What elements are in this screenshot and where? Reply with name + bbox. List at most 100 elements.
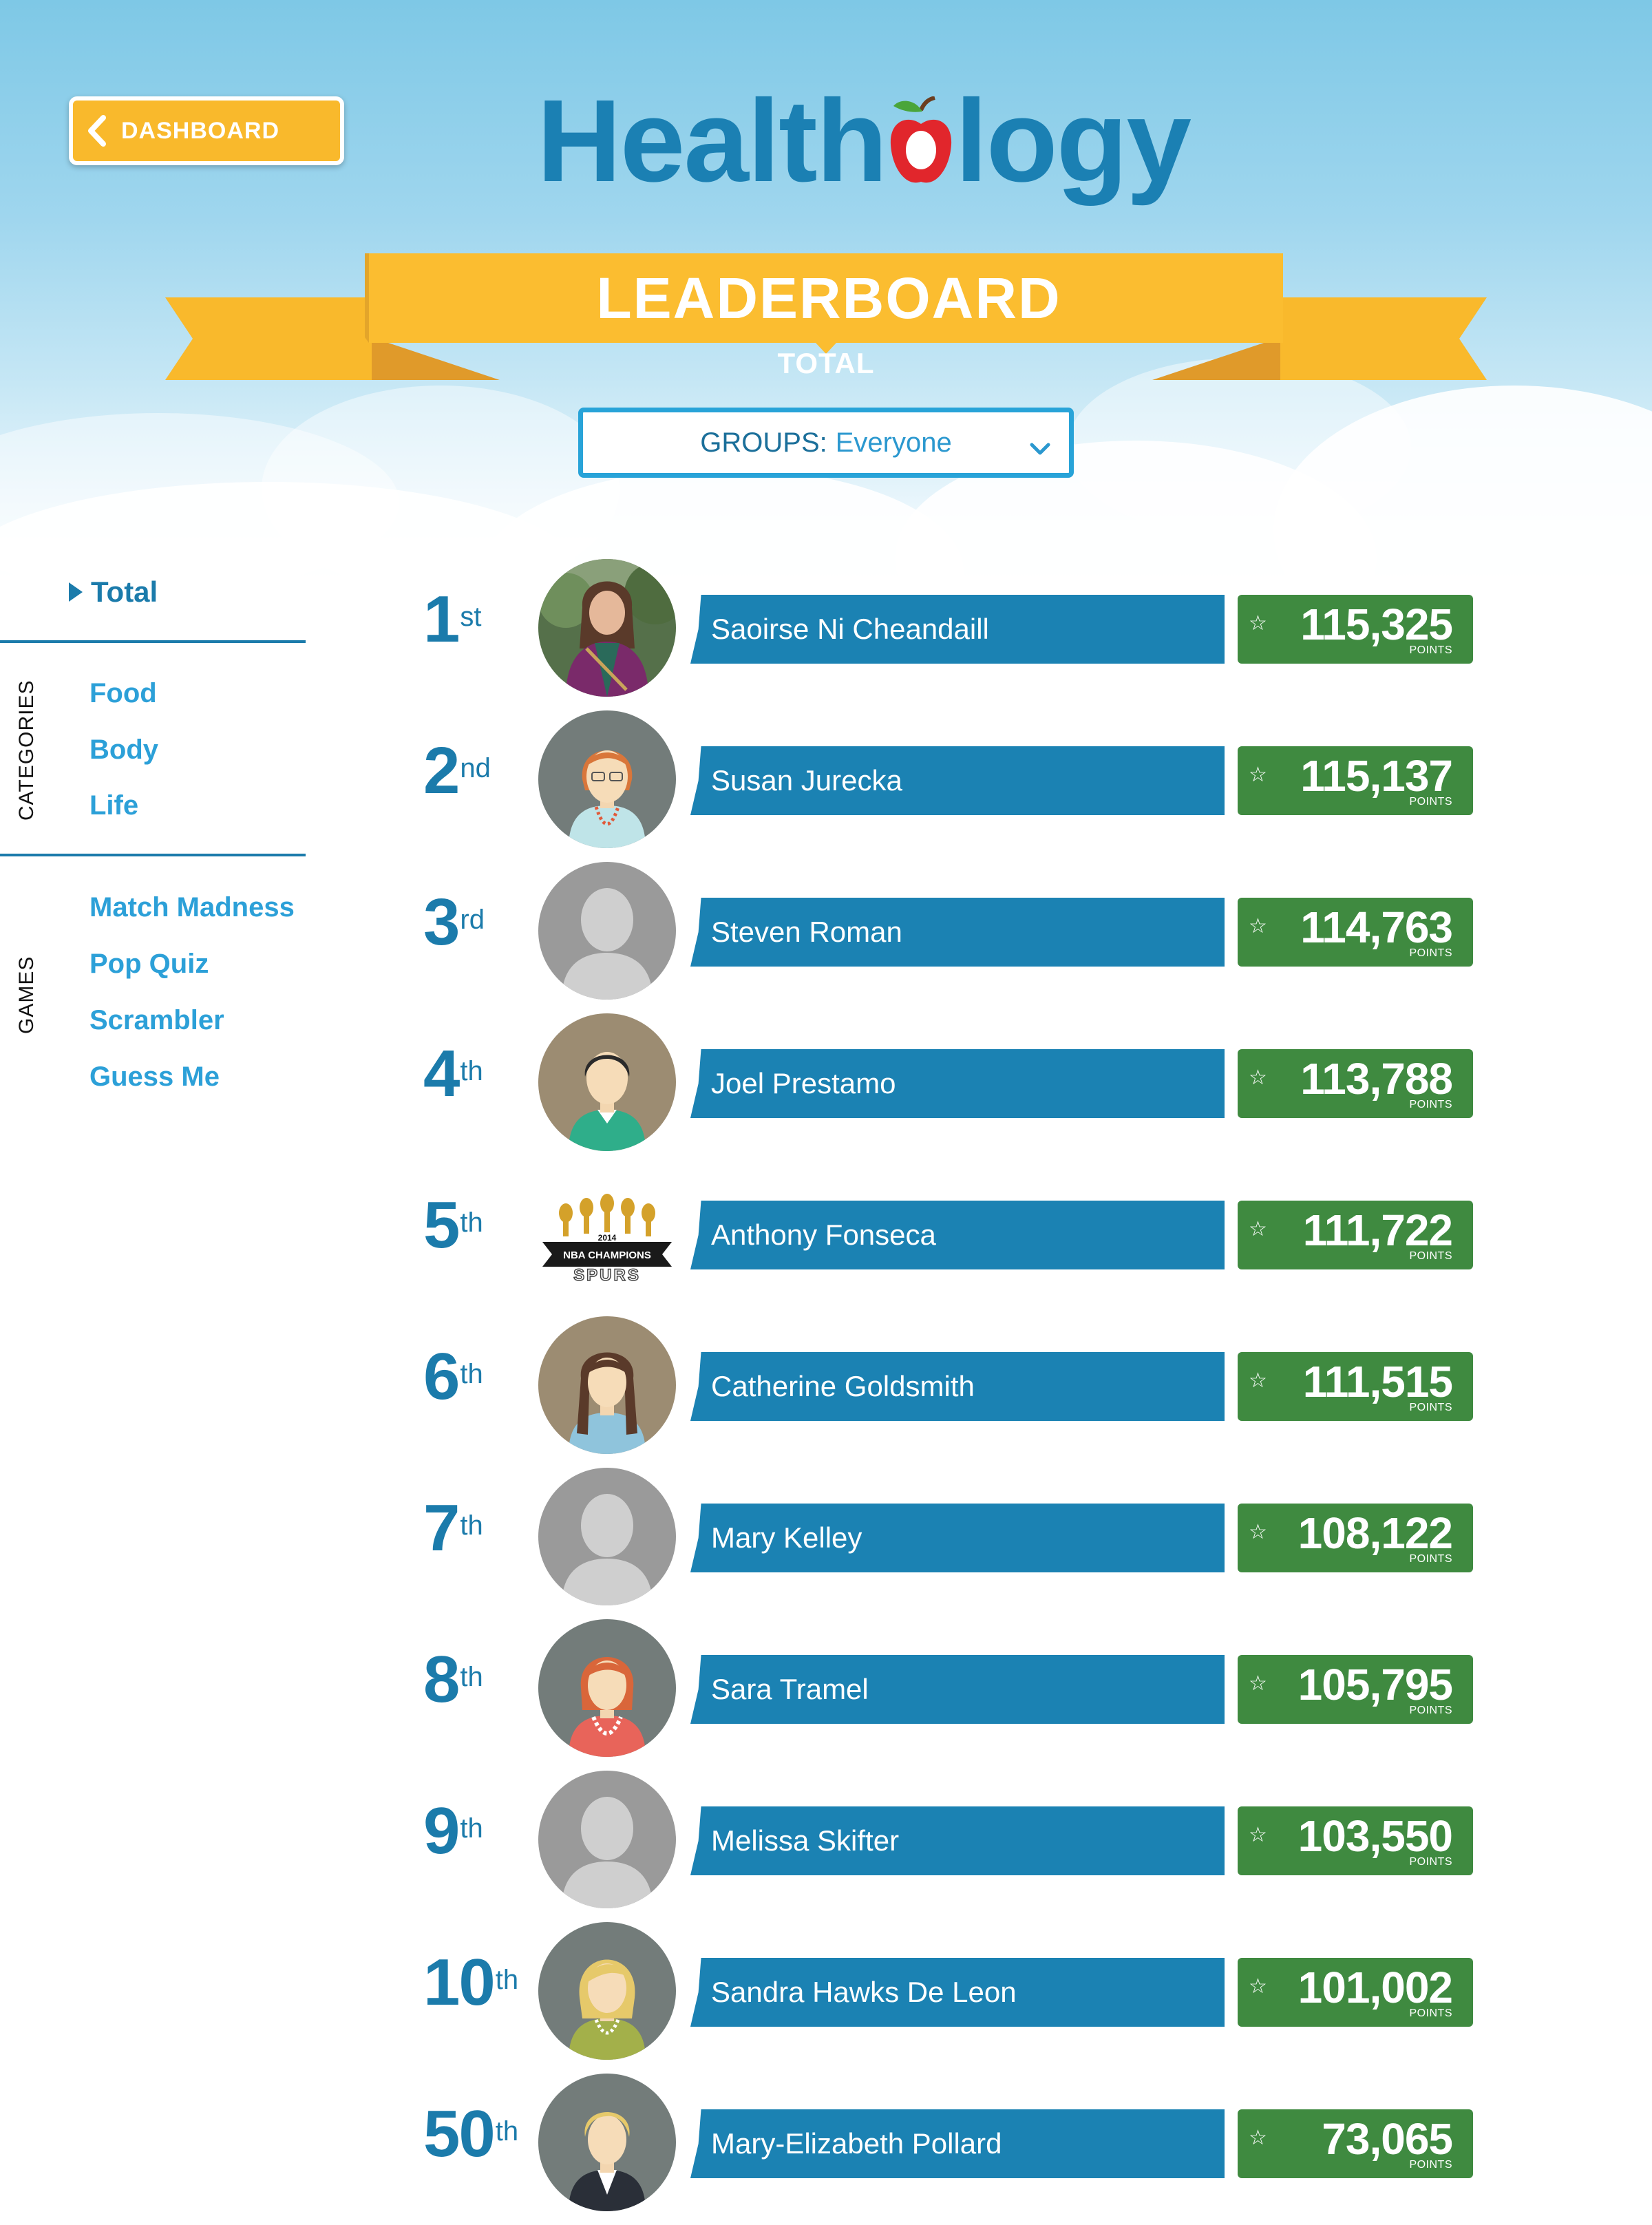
rank-number: 9	[423, 1794, 460, 1868]
leaderboard-row[interactable]: 4th Joel Prestamo ☆ 113,788 POINTS	[0, 1006, 1652, 1158]
player-name: Sara Tramel	[690, 1655, 1225, 1724]
points-label: POINTS	[1409, 1553, 1452, 1565]
groups-label: GROUPS:	[700, 427, 827, 458]
star-icon: ☆	[1249, 763, 1267, 786]
dashboard-button[interactable]: DASHBOARD	[69, 96, 344, 165]
rank-number: 50	[423, 2097, 496, 2171]
star-icon: ☆	[1249, 1824, 1267, 1846]
rank-suffix: th	[460, 1510, 483, 1541]
page-title: LEADERBOARD	[596, 265, 1061, 330]
player-name: Anthony Fonseca	[690, 1201, 1225, 1269]
rank: 10th	[423, 1950, 518, 2032]
points-value: 111,722	[1302, 1205, 1453, 1255]
rank-number: 6	[423, 1340, 460, 1413]
avatar-default-silhouette	[538, 1771, 676, 1908]
avatar-default-silhouette	[538, 1468, 676, 1605]
player-name: Catherine Goldsmith	[690, 1352, 1225, 1421]
player-name: Saoirse Ni Cheandaill	[690, 595, 1225, 664]
points-value: 108,122	[1298, 1508, 1453, 1558]
star-icon: ☆	[1249, 1975, 1267, 1998]
avatar-woman-blonde	[538, 1922, 676, 2060]
leaderboard-row[interactable]: 8th Sara Tramel ☆ 105,795 POINTS	[0, 1612, 1652, 1764]
spurs-champions-text: NBA CHAMPIONS	[563, 1249, 651, 1261]
page-subtitle: TOTAL	[777, 347, 875, 379]
rank: 50th	[423, 2101, 518, 2184]
rank: 3rd	[423, 889, 485, 972]
player-name: Mary-Elizabeth Pollard	[690, 2109, 1225, 2178]
points-value: 101,002	[1298, 1963, 1453, 2012]
rank: 4th	[423, 1041, 483, 1124]
rank: 7th	[423, 1495, 483, 1578]
logo-text-left: Health	[537, 76, 888, 207]
chevron-left-icon	[73, 101, 121, 161]
points-value: 105,795	[1298, 1660, 1453, 1709]
rank-suffix: th	[460, 1662, 483, 1692]
points-box: ☆ 115,137 POINTS	[1238, 746, 1473, 815]
avatar-spurs-logo: 2014 NBA CHAMPIONS SPURS	[538, 1165, 676, 1303]
avatar-woman-blonde-suit	[538, 2074, 676, 2211]
rank-suffix: th	[460, 1208, 483, 1238]
player-name: Mary Kelley	[690, 1504, 1225, 1572]
leaderboard-row[interactable]: 5th 2014 NBA CHAMPIONS SPURS Anthony Fon…	[0, 1158, 1652, 1309]
groups-dropdown[interactable]: GROUPS: Everyone	[578, 408, 1074, 478]
points-box: ☆ 115,325 POINTS	[1238, 595, 1473, 664]
player-name: Joel Prestamo	[690, 1049, 1225, 1118]
leaderboard-row-current-user[interactable]: 50th Mary-Elizabeth Pollard ☆ 73,065 POI…	[0, 2067, 1652, 2218]
rank-number: 7	[423, 1491, 460, 1565]
points-label: POINTS	[1409, 1856, 1452, 1868]
rank: 5th	[423, 1192, 483, 1275]
avatar-woman-red-hair	[538, 1619, 676, 1757]
spurs-year-text: 2014	[598, 1233, 617, 1243]
points-value: 113,788	[1300, 1054, 1453, 1104]
rank-suffix: rd	[460, 905, 485, 935]
points-label: POINTS	[1409, 1250, 1452, 1262]
points-value: 114,763	[1300, 903, 1453, 952]
leaderboard-row[interactable]: 2nd Susan Jurecka ☆ 115,137 POINTS	[0, 704, 1652, 855]
points-box: ☆ 113,788 POINTS	[1238, 1049, 1473, 1118]
points-label: POINTS	[1409, 796, 1452, 808]
healthology-logo: Health logy	[537, 76, 1192, 207]
avatar-default-silhouette	[538, 862, 676, 1000]
star-icon: ☆	[1249, 1521, 1267, 1543]
avatar-woman-glasses	[538, 710, 676, 848]
groups-value: Everyone	[835, 427, 952, 458]
rank-number: 5	[423, 1188, 460, 1262]
avatar-man-dark-hair	[538, 1013, 676, 1151]
rank-suffix: th	[495, 1965, 519, 1995]
leaderboard-row[interactable]: 9th Melissa Skifter ☆ 103,550 POINTS	[0, 1764, 1652, 1915]
star-icon: ☆	[1249, 915, 1267, 938]
leaderboard-row[interactable]: 1st Saoirse Ni Cheandaill ☆ 115,325 POIN…	[0, 552, 1652, 704]
leaderboard-row[interactable]: 10th Sandra Hawks De Leon ☆ 101,002 POIN…	[0, 1915, 1652, 2067]
star-icon: ☆	[1249, 2127, 1267, 2149]
rank-number: 2	[423, 734, 460, 808]
apple-icon	[887, 96, 955, 200]
points-label: POINTS	[1409, 1705, 1452, 1716]
points-label: POINTS	[1409, 1099, 1452, 1110]
points-value: 111,515	[1302, 1357, 1453, 1406]
leaderboard-row[interactable]: 7th Mary Kelley ☆ 108,122 POINTS	[0, 1461, 1652, 1612]
leaderboard-row[interactable]: 3rd Steven Roman ☆ 114,763 POINTS	[0, 855, 1652, 1006]
player-name: Melissa Skifter	[690, 1806, 1225, 1875]
points-label: POINTS	[1409, 2159, 1452, 2171]
star-icon: ☆	[1249, 612, 1267, 635]
star-icon: ☆	[1249, 1218, 1267, 1241]
chevron-down-icon	[1029, 433, 1051, 464]
rank-number: 1	[423, 582, 460, 656]
rank-number: 4	[423, 1037, 460, 1110]
logo-text-right: logy	[955, 76, 1192, 207]
rank: 8th	[423, 1647, 483, 1729]
points-box: ☆ 105,795 POINTS	[1238, 1655, 1473, 1724]
rank-suffix: th	[460, 1359, 483, 1389]
points-label: POINTS	[1409, 644, 1452, 656]
star-icon: ☆	[1249, 1066, 1267, 1089]
rank: 9th	[423, 1798, 483, 1881]
rank: 2nd	[423, 738, 491, 821]
avatar-photo	[538, 559, 676, 697]
points-box: ☆ 108,122 POINTS	[1238, 1504, 1473, 1572]
rank-suffix: st	[460, 602, 482, 632]
points-value: 73,065	[1322, 2114, 1453, 2164]
rank-suffix: th	[495, 2116, 519, 2147]
rank: 1st	[423, 587, 482, 669]
points-box: ☆ 111,515 POINTS	[1238, 1352, 1473, 1421]
leaderboard-row[interactable]: 6th Catherine Goldsmith ☆ 111,515 POINTS	[0, 1309, 1652, 1461]
